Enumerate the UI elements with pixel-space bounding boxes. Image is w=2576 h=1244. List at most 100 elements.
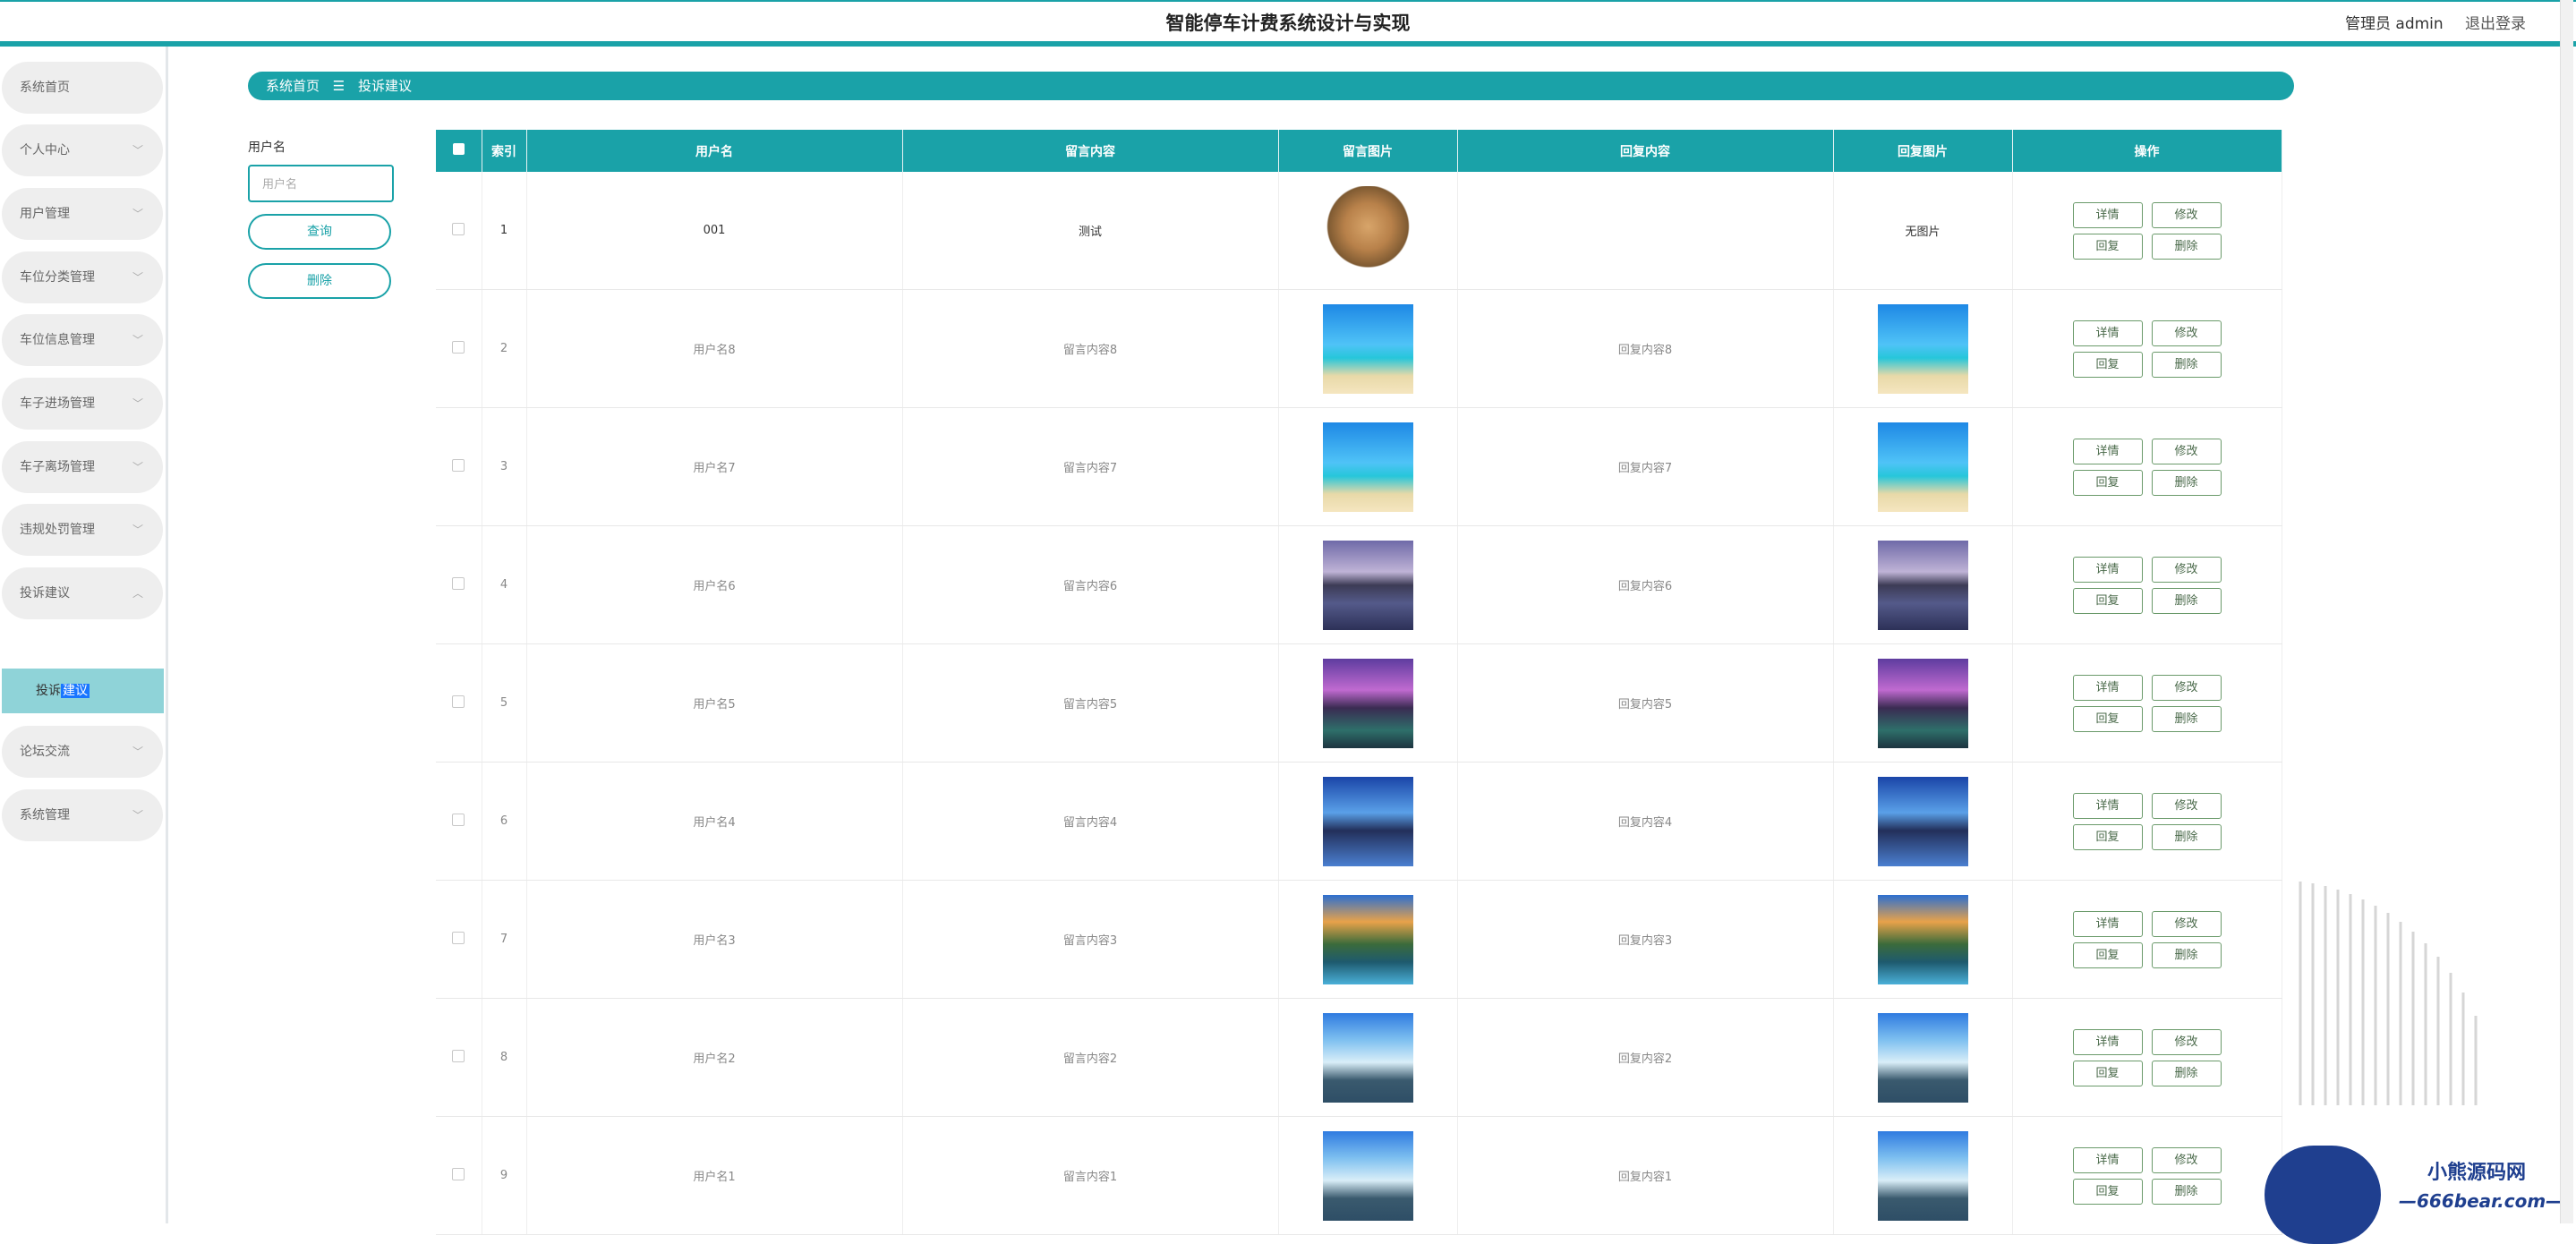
sidebar-subitem-complaints[interactable]: 投诉 建议 <box>2 669 164 713</box>
message-image[interactable] <box>1322 1130 1413 1221</box>
row-checkbox[interactable] <box>436 525 482 644</box>
row-checkbox[interactable] <box>436 407 482 526</box>
cell-index: 2 <box>482 289 527 408</box>
reply-button[interactable]: 回复 <box>2072 587 2143 614</box>
reply-image[interactable] <box>1877 1130 1968 1221</box>
message-image[interactable] <box>1322 540 1413 630</box>
reply-button[interactable]: 回复 <box>2072 823 2143 850</box>
cell-username: 用户名8 <box>526 289 903 408</box>
cell-actions: 详情 修改回复 删除 <box>2012 172 2282 290</box>
edit-button[interactable]: 修改 <box>2151 320 2222 346</box>
detail-button[interactable]: 详情 <box>2072 556 2143 583</box>
message-image[interactable] <box>1322 894 1413 984</box>
reply-image[interactable] <box>1877 776 1968 866</box>
delete-button[interactable]: 删除 <box>2151 233 2222 260</box>
sidebar-item-label: 用户管理 <box>20 207 70 221</box>
edit-button[interactable]: 修改 <box>2151 910 2222 937</box>
reply-button[interactable]: 回复 <box>2072 705 2143 732</box>
reply-image[interactable] <box>1877 303 1968 394</box>
delete-selected-button[interactable]: 删除 <box>248 263 391 299</box>
page-scrollbar[interactable] <box>2560 0 2573 1223</box>
detail-button[interactable]: 详情 <box>2072 1028 2143 1055</box>
logout-link[interactable]: 退出登录 <box>2465 11 2526 33</box>
sidebar-item-profile[interactable]: 个人中心 ﹀ <box>2 124 163 176</box>
message-image[interactable] <box>1322 303 1413 394</box>
detail-button[interactable]: 详情 <box>2072 1146 2143 1173</box>
sidebar-item-spot-info[interactable]: 车位信息管理 ﹀ <box>2 314 163 366</box>
sidebar-item-system[interactable]: 系统管理 ﹀ <box>2 789 163 841</box>
detail-button[interactable]: 详情 <box>2072 674 2143 701</box>
edit-button[interactable]: 修改 <box>2151 438 2222 464</box>
cell-image <box>1278 289 1458 408</box>
delete-button[interactable]: 删除 <box>2151 942 2222 968</box>
delete-button[interactable]: 删除 <box>2151 705 2222 732</box>
sidebar-item-car-entry[interactable]: 车子进场管理 ﹀ <box>2 378 163 430</box>
message-image[interactable] <box>1322 422 1413 512</box>
edit-button[interactable]: 修改 <box>2151 556 2222 583</box>
sidebar-item-forum[interactable]: 论坛交流 ﹀ <box>2 726 163 778</box>
message-image[interactable] <box>1322 1012 1413 1103</box>
cell-actions: 详情 修改回复 删除 <box>2012 762 2282 881</box>
chevron-down-icon: ﹀ <box>132 397 143 410</box>
reply-button[interactable]: 回复 <box>2072 1060 2143 1086</box>
row-checkbox[interactable] <box>436 1116 482 1235</box>
cell-username: 用户名2 <box>526 998 903 1117</box>
delete-button[interactable]: 删除 <box>2151 1178 2222 1205</box>
edit-button[interactable]: 修改 <box>2151 1028 2222 1055</box>
edit-button[interactable]: 修改 <box>2151 1146 2222 1173</box>
sidebar-item-violations[interactable]: 违规处罚管理 ﹀ <box>2 504 163 556</box>
breadcrumb-home[interactable]: 系统首页 <box>266 78 320 94</box>
sidebar-item-spot-category[interactable]: 车位分类管理 ﹀ <box>2 251 163 303</box>
edit-button[interactable]: 修改 <box>2151 201 2222 228</box>
delete-button[interactable]: 删除 <box>2151 823 2222 850</box>
row-checkbox[interactable] <box>436 880 482 999</box>
sidebar-item-users[interactable]: 用户管理 ﹀ <box>2 188 163 240</box>
sidebar-item-car-exit[interactable]: 车子离场管理 ﹀ <box>2 441 163 493</box>
reply-image[interactable] <box>1877 422 1968 512</box>
watermark-logo: 小熊源码网 —666bear.com— <box>2265 1146 2569 1244</box>
message-image[interactable] <box>1322 776 1413 866</box>
complaints-table: 索引 用户名 留言内容 留言图片 回复内容 回复图片 操作 1 001 测试 无图片详… <box>436 130 2282 1235</box>
chevron-down-icon: ﹀ <box>132 746 143 758</box>
select-all-checkbox[interactable] <box>436 130 482 172</box>
row-checkbox[interactable] <box>436 643 482 763</box>
delete-button[interactable]: 删除 <box>2151 469 2222 496</box>
delete-button[interactable]: 删除 <box>2151 587 2222 614</box>
reply-image[interactable] <box>1877 540 1968 630</box>
query-button[interactable]: 查询 <box>248 214 391 250</box>
column-header-reply-image: 回复图片 <box>1833 130 2013 172</box>
cell-content: 留言内容6 <box>902 525 1279 644</box>
detail-button[interactable]: 详情 <box>2072 438 2143 464</box>
reply-image[interactable] <box>1877 658 1968 748</box>
delete-button[interactable]: 删除 <box>2151 351 2222 378</box>
detail-button[interactable]: 详情 <box>2072 910 2143 937</box>
username-search-input[interactable] <box>248 165 394 202</box>
message-image[interactable] <box>1322 185 1413 276</box>
reply-button[interactable]: 回复 <box>2072 469 2143 496</box>
reply-image[interactable] <box>1877 1012 1968 1103</box>
edit-button[interactable]: 修改 <box>2151 674 2222 701</box>
sidebar-item-complaints[interactable]: 投诉建议 ︿ <box>2 567 163 619</box>
detail-button[interactable]: 详情 <box>2072 201 2143 228</box>
row-checkbox[interactable] <box>436 172 482 290</box>
row-checkbox[interactable] <box>436 998 482 1117</box>
cell-reply-image <box>1833 762 2013 881</box>
reply-button[interactable]: 回复 <box>2072 942 2143 968</box>
detail-button[interactable]: 详情 <box>2072 792 2143 819</box>
reply-button[interactable]: 回复 <box>2072 1178 2143 1205</box>
cell-actions: 详情 修改回复 删除 <box>2012 525 2282 644</box>
sidebar-item-home[interactable]: 系统首页 <box>2 62 163 114</box>
cell-reply-image <box>1833 1116 2013 1235</box>
row-checkbox[interactable] <box>436 289 482 408</box>
edit-button[interactable]: 修改 <box>2151 792 2222 819</box>
cell-reply-image <box>1833 643 2013 763</box>
row-checkbox[interactable] <box>436 762 482 881</box>
sidebar-item-label: 系统管理 <box>20 808 70 822</box>
delete-button[interactable]: 删除 <box>2151 1060 2222 1086</box>
reply-image[interactable] <box>1877 894 1968 984</box>
message-image[interactable] <box>1322 658 1413 748</box>
reply-button[interactable]: 回复 <box>2072 351 2143 378</box>
detail-button[interactable]: 详情 <box>2072 320 2143 346</box>
decorative-lines <box>2299 882 2478 1105</box>
reply-button[interactable]: 回复 <box>2072 233 2143 260</box>
